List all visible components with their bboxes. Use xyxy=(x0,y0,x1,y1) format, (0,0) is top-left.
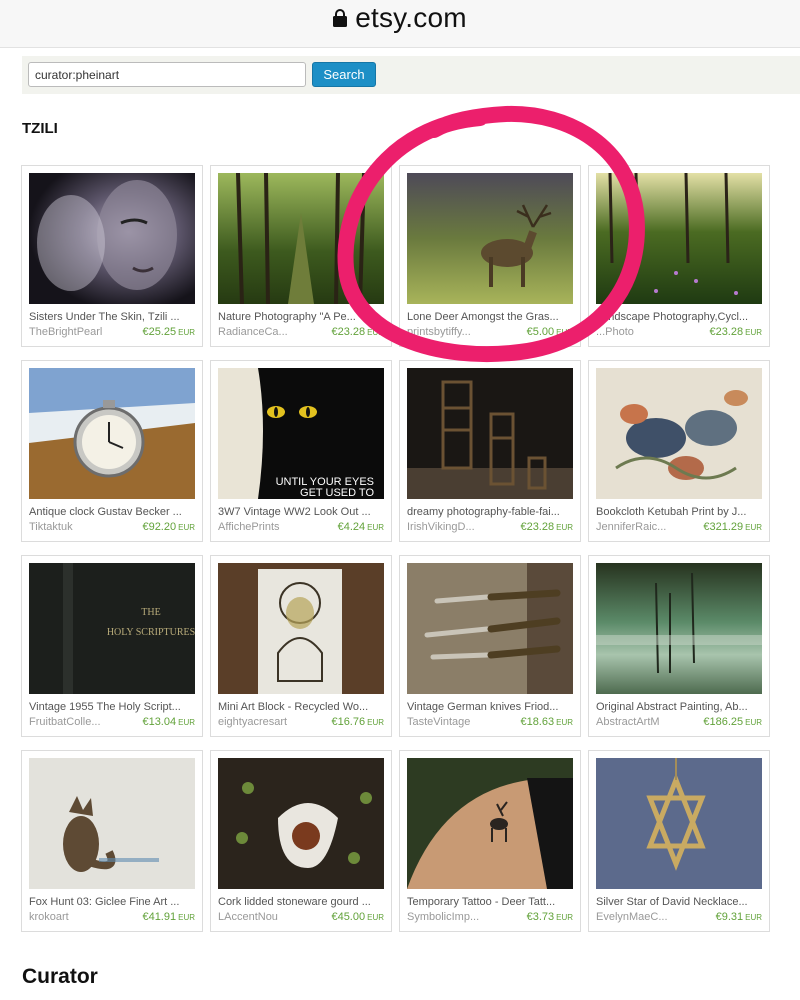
listing-shop[interactable]: AfficheP​rints xyxy=(218,521,318,533)
listing-image[interactable] xyxy=(218,563,384,694)
listing-price: €25.25 EUR xyxy=(142,326,195,338)
listing-title[interactable]: Sisters Under The Skin, Tzili ... xyxy=(29,311,197,323)
listing-title[interactable]: Cork lidded stoneware gourd ... xyxy=(218,896,386,908)
listing-price: €92.20 EUR xyxy=(142,521,195,533)
listing-shop[interactable]: LAccentNou xyxy=(218,911,318,923)
listing-image[interactable] xyxy=(29,368,195,499)
listing-card[interactable]: Silver Star of David Necklace... EvelynM… xyxy=(588,750,770,932)
listing-title[interactable]: Antique clock Gustav Becker ... xyxy=(29,506,197,518)
listing-image[interactable] xyxy=(407,563,573,694)
listing-price: €321.29 EUR xyxy=(703,521,762,533)
listing-image[interactable] xyxy=(29,173,195,304)
curator-heading: Curator xyxy=(22,965,98,988)
listing-card[interactable]: UNTIL YOUR EYES GET USED TO 3W7 Vintage … xyxy=(210,360,392,542)
listing-title[interactable]: dreamy photography-fable-fai... xyxy=(407,506,575,518)
listing-image[interactable] xyxy=(596,563,762,694)
book-text-2: HOLY SCRIPTURES xyxy=(107,627,195,638)
listing-image[interactable] xyxy=(407,368,573,499)
listing-card[interactable]: Landscape Photography,Cycl... ...Photo €… xyxy=(588,165,770,347)
listing-card[interactable]: Fox Hunt 03: Giclee Fine Art ... krokoar… xyxy=(21,750,203,932)
listing-grid: Sisters Under The Skin, Tzili ... TheBri… xyxy=(21,165,772,935)
lock-icon xyxy=(333,8,348,27)
listing-shop[interactable]: EvelynMaeC... xyxy=(596,911,696,923)
address-display[interactable]: etsy.com xyxy=(333,2,467,34)
listing-title[interactable]: Mini Art Block - Recycled Wo... xyxy=(218,701,386,713)
listing-price: €45.00 EUR xyxy=(331,911,384,923)
listing-shop[interactable]: IrishVikingD... xyxy=(407,521,507,533)
listing-shop[interactable]: FruitbatColle... xyxy=(29,716,129,728)
listing-title[interactable]: Silver Star of David Necklace... xyxy=(596,896,764,908)
book-text-1: THE xyxy=(141,607,160,618)
listing-image[interactable] xyxy=(596,368,762,499)
listing-price: €9.31 EUR xyxy=(715,911,762,923)
listing-image[interactable] xyxy=(407,758,573,889)
listing-price: €3.73 EUR xyxy=(526,911,573,923)
listing-card[interactable]: Vintage German knives Friod... TasteVint… xyxy=(399,555,581,737)
listing-card[interactable]: Nature Photography "A Pe... RadianceCa..… xyxy=(210,165,392,347)
listing-card[interactable]: Mini Art Block - Recycled Wo... eightyac… xyxy=(210,555,392,737)
search-input[interactable] xyxy=(28,62,306,87)
listing-title[interactable]: Landscape Photography,Cycl... xyxy=(596,311,764,323)
listing-image[interactable] xyxy=(218,173,384,304)
listing-price: €18.63 EUR xyxy=(520,716,573,728)
listing-image[interactable]: THE HOLY SCRIPTURES xyxy=(29,563,195,694)
listing-card[interactable]: dreamy photography-fable-fai... IrishVik… xyxy=(399,360,581,542)
listing-title[interactable]: Vintage German knives Friod... xyxy=(407,701,575,713)
listing-price: €23.28 EUR xyxy=(709,326,762,338)
listing-shop[interactable]: TasteVintage xyxy=(407,716,507,728)
listing-card[interactable]: Antique clock Gustav Becker ... Tiktaktu… xyxy=(21,360,203,542)
search-button[interactable]: Search xyxy=(312,62,376,87)
listing-image[interactable] xyxy=(218,758,384,889)
domain-label: etsy.com xyxy=(355,1,467,33)
listing-shop[interactable]: Tiktaktuk xyxy=(29,521,129,533)
section-title: TZILI xyxy=(22,120,58,137)
listing-card[interactable]: Lone Deer Amongst the Gras... printsbyti… xyxy=(399,165,581,347)
listing-shop[interactable]: RadianceCa... xyxy=(218,326,318,338)
listing-shop[interactable]: TheBrightPearl xyxy=(29,326,129,338)
listing-image[interactable] xyxy=(407,173,573,304)
listing-price: €16.76 EUR xyxy=(331,716,384,728)
listing-image[interactable] xyxy=(596,173,762,304)
listing-shop[interactable]: ...Photo xyxy=(596,326,696,338)
listing-title[interactable]: Bookcloth Ketubah Print by J... xyxy=(596,506,764,518)
listing-shop[interactable]: AbstractArtM xyxy=(596,716,696,728)
listing-title[interactable]: 3W7 Vintage WW2 Look Out ... xyxy=(218,506,386,518)
listing-image[interactable] xyxy=(29,758,195,889)
listing-card[interactable]: Bookcloth Ketubah Print by J... Jennifer… xyxy=(588,360,770,542)
listing-price: €23.28 EUR xyxy=(520,521,573,533)
listing-card[interactable]: THE HOLY SCRIPTURES Vintage 1955 The Hol… xyxy=(21,555,203,737)
listing-title[interactable]: Fox Hunt 03: Giclee Fine Art ... xyxy=(29,896,197,908)
poster-text-2: GET USED TO xyxy=(300,487,374,499)
listing-shop[interactable]: krokoart xyxy=(29,911,129,923)
listing-shop[interactable]: eightyacresart xyxy=(218,716,318,728)
listing-price: €186.25 EUR xyxy=(703,716,762,728)
listing-card[interactable]: Sisters Under The Skin, Tzili ... TheBri… xyxy=(21,165,203,347)
listing-title[interactable]: Lone Deer Amongst the Gras... xyxy=(407,311,575,323)
listing-title[interactable]: Vintage 1955 The Holy Script... xyxy=(29,701,197,713)
listing-image[interactable] xyxy=(596,758,762,889)
listing-price: €41.91 EUR xyxy=(142,911,195,923)
listing-shop[interactable]: JenniferRaic... xyxy=(596,521,696,533)
listing-card[interactable]: Temporary Tattoo - Deer Tatt... Symbolic… xyxy=(399,750,581,932)
listing-title[interactable]: Original Abstract Painting, Ab... xyxy=(596,701,764,713)
listing-shop[interactable]: printsbytiffy... xyxy=(407,326,507,338)
listing-shop[interactable]: SymbolicImp... xyxy=(407,911,507,923)
search-bar: Search xyxy=(22,56,800,94)
listing-title[interactable]: Nature Photography "A Pe... xyxy=(218,311,386,323)
listing-card[interactable]: Cork lidded stoneware gourd ... LAccentN… xyxy=(210,750,392,932)
listing-price: €5.00 EUR xyxy=(526,326,573,338)
listing-price: €4.24 EUR xyxy=(337,521,384,533)
browser-url-bar[interactable]: etsy.com xyxy=(0,0,800,48)
listing-price: €23.28 EUR xyxy=(331,326,384,338)
listing-card[interactable]: Original Abstract Painting, Ab... Abstra… xyxy=(588,555,770,737)
listing-title[interactable]: Temporary Tattoo - Deer Tatt... xyxy=(407,896,575,908)
listing-price: €13.04 EUR xyxy=(142,716,195,728)
listing-image[interactable]: UNTIL YOUR EYES GET USED TO xyxy=(218,368,384,499)
